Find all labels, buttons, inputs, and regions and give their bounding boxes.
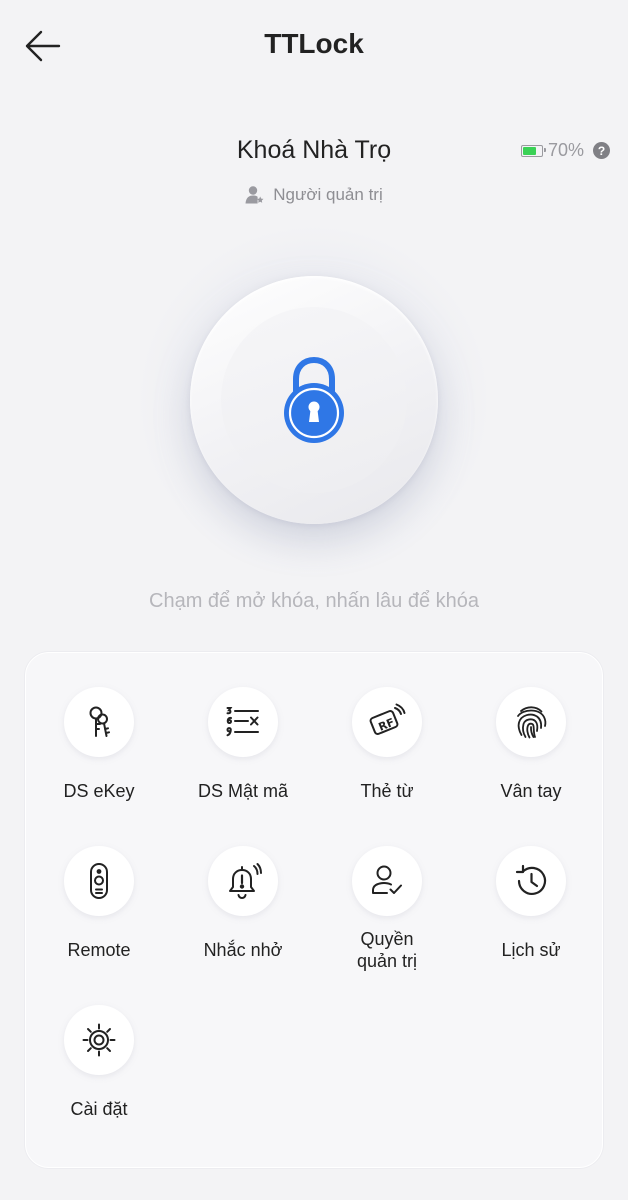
menu-item-label: Thẻ từ — [360, 781, 414, 801]
battery-percent: 70% — [547, 140, 584, 160]
user-role-label: Người quản trị — [273, 185, 383, 204]
battery-status: 70% ? — [520, 140, 610, 161]
menu-item-label: Remote — [67, 940, 131, 960]
rf-card-icon: RF — [369, 703, 406, 735]
menu-item-fingerprint[interactable]: Vân tay — [459, 687, 603, 802]
menu-item-rf-card-circle: RF — [352, 687, 422, 757]
menu-item-label: Quyền quản trị — [357, 928, 417, 972]
menu-item-label: Nhắc nhở — [203, 940, 283, 960]
menu-item-admin-rights[interactable]: Quyền quản trị — [315, 846, 459, 972]
menu-item-admin-rights-circle — [352, 846, 422, 916]
menu-item-label: Lịch sử — [501, 940, 561, 960]
menu-item-remote-circle — [64, 846, 134, 916]
settings-icon — [82, 1023, 116, 1057]
fingerprint-icon — [517, 706, 547, 739]
user-role: Người quản trị — [0, 185, 628, 205]
header: TTLock — [0, 0, 628, 92]
menu-item-reminders[interactable]: Nhắc nhở — [171, 846, 315, 961]
menu-item-fingerprint-circle — [496, 687, 566, 757]
menu-item-history-circle — [496, 846, 566, 916]
unlock-button[interactable] — [190, 276, 438, 524]
menu-item-remote[interactable]: Remote — [27, 846, 171, 961]
svg-text:RF: RF — [377, 716, 397, 734]
menu-item-passcodes[interactable]: DS Mật mã — [171, 687, 315, 802]
menu-item-settings[interactable]: Cài đặt — [27, 1005, 171, 1120]
remote-icon — [90, 863, 108, 899]
menu-item-label: Vân tay — [500, 781, 562, 801]
menu-item-label-line1: Quyền — [360, 929, 414, 949]
history-icon — [515, 864, 547, 895]
unlock-hint: Chạm để mở khóa, nhấn lâu để khóa — [149, 590, 479, 612]
battery-icon — [520, 144, 546, 157]
ekey-icon — [89, 706, 110, 737]
page-title: TTLock — [264, 28, 364, 59]
passcode-list-icon — [226, 707, 259, 737]
unlock-button-face — [221, 307, 407, 493]
menu-item-label-line2: quản trị — [356, 951, 418, 971]
menu-item-label: DS Mật mã — [197, 781, 289, 801]
menu-item-label: Cài đặt — [70, 1099, 128, 1119]
bell-icon — [229, 863, 262, 899]
menu-item-label: DS eKey — [63, 781, 135, 801]
admin-rights-icon — [372, 865, 402, 894]
menu-item-rf-card[interactable]: RF Thẻ từ — [315, 687, 459, 802]
help-icon[interactable]: ? — [593, 142, 610, 159]
feature-panel: DS eKey DS Mật mã RF Thẻ từ Vân tay Remo… — [25, 652, 603, 1168]
padlock-icon — [284, 356, 344, 443]
menu-item-history[interactable]: Lịch sử — [459, 846, 603, 961]
admin-user-icon — [245, 186, 264, 204]
menu-item-ekey-circle — [64, 687, 134, 757]
menu-item-reminders-circle — [208, 846, 278, 916]
menu-item-settings-circle — [64, 1005, 134, 1075]
menu-item-passcodes-circle — [208, 687, 278, 757]
menu-item-ekey[interactable]: DS eKey — [27, 687, 171, 802]
